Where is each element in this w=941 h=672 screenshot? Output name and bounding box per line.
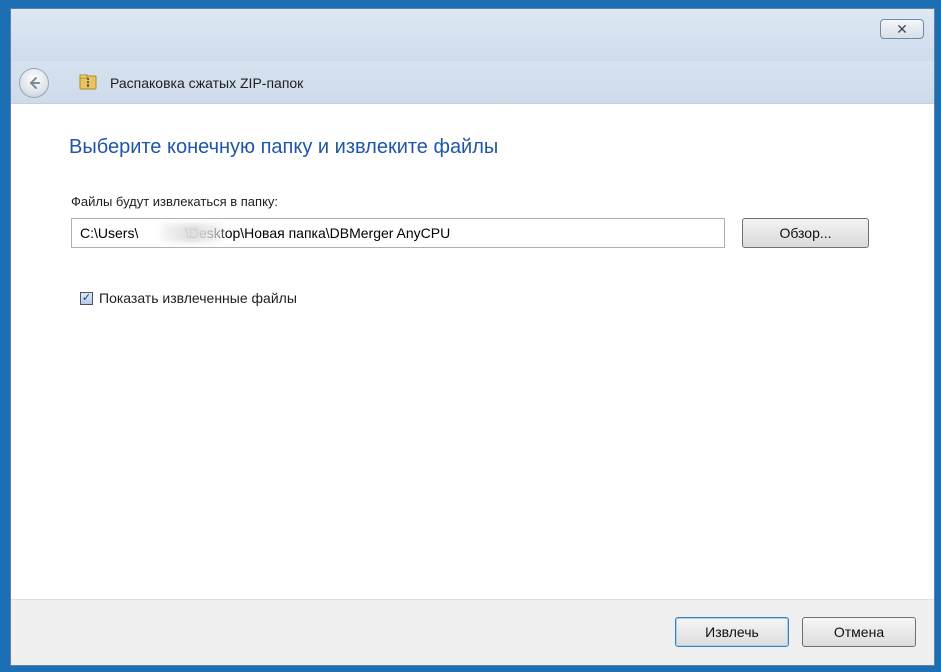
browse-button[interactable]: Обзор... (742, 218, 869, 248)
close-button[interactable]: ✕ (880, 19, 924, 39)
content-area: Выберите конечную папку и извлеките файл… (11, 104, 934, 599)
dialog-window: ✕ Распаковка сжатых ZIP-папок Выберите к… (10, 8, 935, 666)
blurred-username (161, 224, 223, 242)
show-files-checkbox[interactable]: ✓ (80, 291, 93, 305)
destination-label: Файлы будут извлекаться в папку: (71, 194, 279, 209)
back-button[interactable] (19, 68, 49, 98)
page-heading: Выберите конечную папку и извлеките файл… (69, 136, 499, 158)
zip-folder-icon (79, 74, 97, 90)
show-files-label[interactable]: Показать извлеченные файлы (99, 290, 297, 306)
cancel-button[interactable]: Отмена (802, 617, 916, 647)
extract-button[interactable]: Извлечь (675, 617, 789, 647)
nav-title: Распаковка сжатых ZIP-папок (110, 75, 304, 91)
show-files-option[interactable]: ✓ Показать извлеченные файлы (80, 290, 297, 306)
close-icon: ✕ (896, 20, 908, 37)
title-bar: ✕ (11, 9, 934, 61)
dialog-footer: Извлечь Отмена (11, 599, 934, 665)
back-arrow-icon (29, 77, 40, 89)
navigation-bar: Распаковка сжатых ZIP-папок (11, 61, 934, 104)
